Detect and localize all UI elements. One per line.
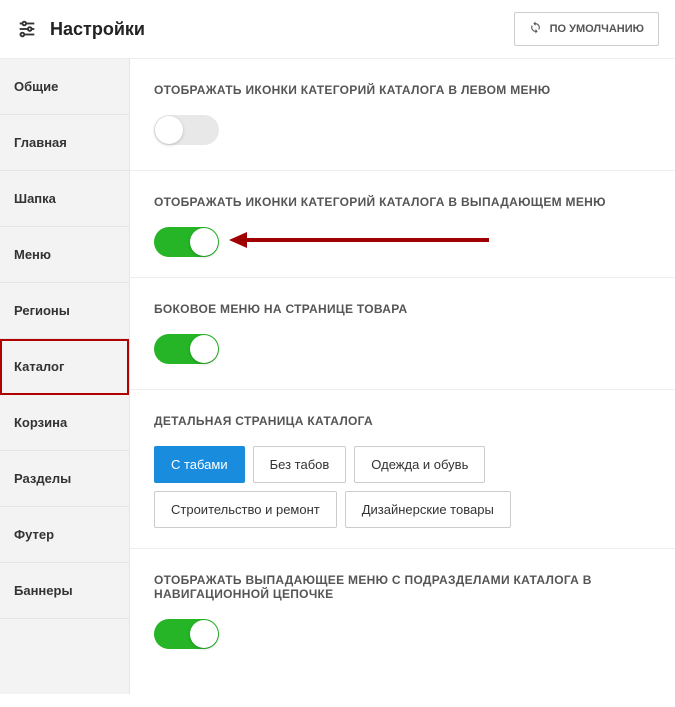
sidebar-item-label: Главная: [14, 135, 67, 150]
section-title: ОТОБРАЖАТЬ ИКОНКИ КАТЕГОРИЙ КАТАЛОГА В Л…: [154, 83, 651, 97]
sidebar-item-label: Баннеры: [14, 583, 73, 598]
sidebar-item-label: Меню: [14, 247, 51, 262]
option-without-tabs[interactable]: Без табов: [253, 446, 347, 483]
option-label: Дизайнерские товары: [362, 502, 494, 517]
option-with-tabs[interactable]: С табами: [154, 446, 245, 483]
sidebar-item-sections[interactable]: Разделы: [0, 451, 129, 507]
sidebar-item-label: Корзина: [14, 415, 67, 430]
sidebar-item-menu[interactable]: Меню: [0, 227, 129, 283]
toggle-knob: [155, 116, 183, 144]
option-clothes[interactable]: Одежда и обувь: [354, 446, 485, 483]
page-title: Настройки: [50, 19, 145, 40]
sidebar-item-label: Регионы: [14, 303, 70, 318]
toggle-knob: [190, 620, 218, 648]
sidebar-item-main[interactable]: Главная: [0, 115, 129, 171]
sidebar-item-general[interactable]: Общие: [0, 59, 129, 115]
option-construction[interactable]: Строительство и ремонт: [154, 491, 337, 528]
toggle-knob: [190, 335, 218, 363]
main-content: ОТОБРАЖАТЬ ИКОНКИ КАТЕГОРИЙ КАТАЛОГА В Л…: [130, 59, 675, 694]
toggle-side-menu-product[interactable]: [154, 334, 219, 364]
refresh-icon: [529, 21, 542, 37]
sidebar-item-catalog[interactable]: Каталог: [0, 339, 129, 395]
section-icons-dropdown: ОТОБРАЖАТЬ ИКОНКИ КАТЕГОРИЙ КАТАЛОГА В В…: [130, 171, 675, 278]
sidebar-item-label: Шапка: [14, 191, 56, 206]
toggle-icons-dropdown[interactable]: [154, 227, 219, 257]
sidebar-item-regions[interactable]: Регионы: [0, 283, 129, 339]
default-button-label: ПО УМОЛЧАНИЮ: [550, 23, 644, 35]
option-label: Без табов: [270, 457, 330, 472]
sidebar-item-footer[interactable]: Футер: [0, 507, 129, 563]
sidebar-item-banners[interactable]: Баннеры: [0, 563, 129, 619]
settings-icon: [16, 18, 38, 40]
header-left: Настройки: [16, 18, 145, 40]
section-title: ОТОБРАЖАТЬ ВЫПАДАЮЩЕЕ МЕНЮ С ПОДРАЗДЕЛАМ…: [154, 573, 651, 601]
section-title: ОТОБРАЖАТЬ ИКОНКИ КАТЕГОРИЙ КАТАЛОГА В В…: [154, 195, 651, 209]
sidebar-item-label: Футер: [14, 527, 54, 542]
sidebar-item-header[interactable]: Шапка: [0, 171, 129, 227]
sidebar-item-label: Общие: [14, 79, 58, 94]
section-detail-page: ДЕТАЛЬНАЯ СТРАНИЦА КАТАЛОГА С табами Без…: [130, 390, 675, 549]
toggle-knob: [190, 228, 218, 256]
toggle-breadcrumb-dropdown[interactable]: [154, 619, 219, 649]
option-label: Строительство и ремонт: [171, 502, 320, 517]
section-breadcrumb-dropdown: ОТОБРАЖАТЬ ВЫПАДАЮЩЕЕ МЕНЮ С ПОДРАЗДЕЛАМ…: [130, 549, 675, 674]
sidebar-item-label: Разделы: [14, 471, 71, 486]
sidebar-item-label: Каталог: [14, 359, 64, 374]
option-designer[interactable]: Дизайнерские товары: [345, 491, 511, 528]
sidebar: Общие Главная Шапка Меню Регионы Каталог…: [0, 59, 130, 694]
section-title: БОКОВОЕ МЕНЮ НА СТРАНИЦЕ ТОВАРА: [154, 302, 651, 316]
detail-page-options: С табами Без табов Одежда и обувь Строит…: [154, 446, 651, 528]
default-button[interactable]: ПО УМОЛЧАНИЮ: [514, 12, 659, 46]
section-side-menu-product: БОКОВОЕ МЕНЮ НА СТРАНИЦЕ ТОВАРА: [130, 278, 675, 390]
layout: Общие Главная Шапка Меню Регионы Каталог…: [0, 59, 675, 694]
sidebar-item-cart[interactable]: Корзина: [0, 395, 129, 451]
toggle-icons-left-menu[interactable]: [154, 115, 219, 145]
option-label: С табами: [171, 457, 228, 472]
header: Настройки ПО УМОЛЧАНИЮ: [0, 0, 675, 59]
section-title: ДЕТАЛЬНАЯ СТРАНИЦА КАТАЛОГА: [154, 414, 651, 428]
section-icons-left-menu: ОТОБРАЖАТЬ ИКОНКИ КАТЕГОРИЙ КАТАЛОГА В Л…: [130, 59, 675, 171]
option-label: Одежда и обувь: [371, 457, 468, 472]
arrow-annotation-icon: [229, 228, 489, 257]
